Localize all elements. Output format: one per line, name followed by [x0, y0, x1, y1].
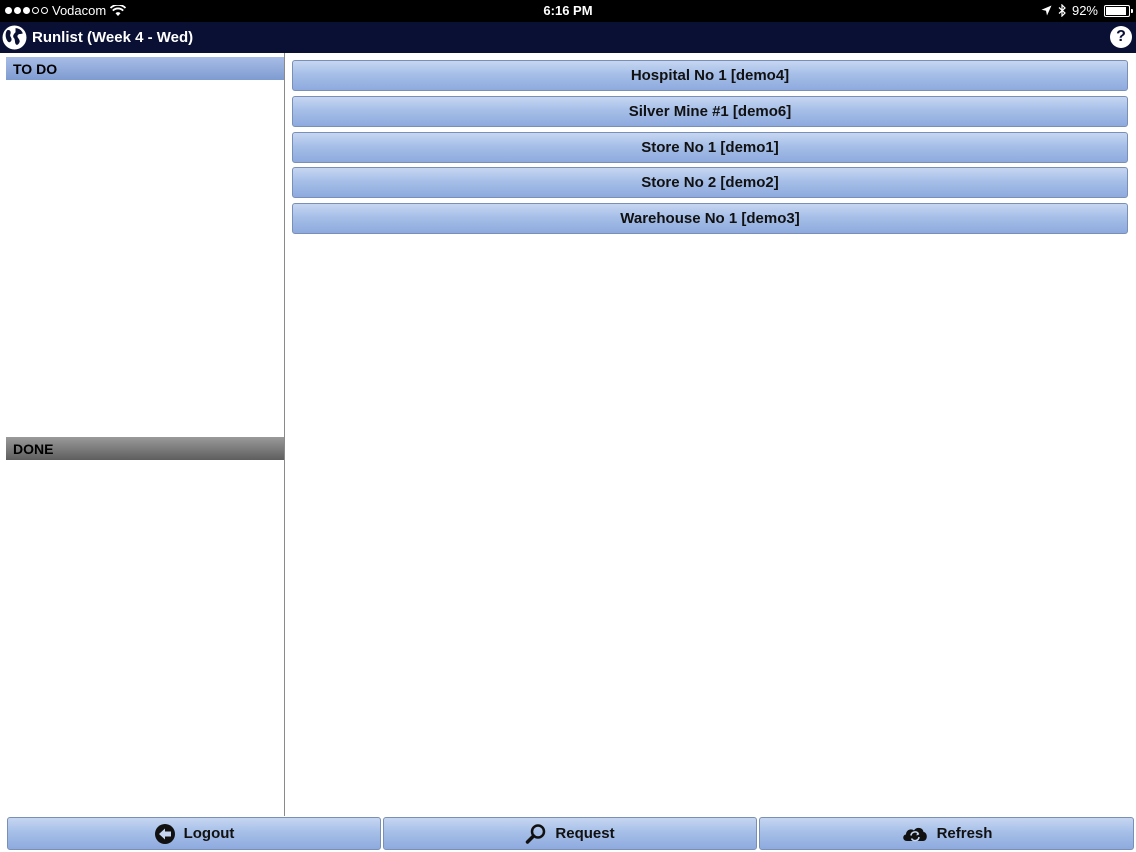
status-right: 92% — [1041, 3, 1133, 18]
signal-dots-icon — [5, 7, 48, 14]
wifi-icon — [110, 4, 127, 16]
battery-icon — [1104, 4, 1133, 17]
status-left: Vodacom — [5, 3, 127, 18]
todo-section-header: TO DO — [6, 57, 284, 80]
back-arrow-icon — [154, 823, 175, 844]
status-bar: Vodacom 6:16 PM 92% — [0, 0, 1136, 22]
search-icon — [526, 823, 546, 844]
page-title: Runlist (Week 4 - Wed) — [32, 29, 194, 46]
site-button-store-no-1[interactable]: Store No 1 [demo1] — [292, 132, 1128, 163]
status-panel: TO DO DONE — [0, 53, 285, 816]
app-header: Runlist (Week 4 - Wed) ? — [0, 22, 1136, 53]
location-arrow-icon — [1041, 5, 1052, 16]
battery-percent: 92% — [1071, 3, 1098, 18]
logout-label: Logout — [183, 825, 235, 842]
help-icon[interactable]: ? — [1110, 26, 1132, 48]
request-button[interactable]: Request — [383, 817, 757, 850]
battery-fill — [1106, 6, 1127, 15]
cloud-refresh-icon — [902, 827, 927, 841]
globe-icon[interactable] — [2, 25, 27, 50]
site-button-silver-mine-1[interactable]: Silver Mine #1 [demo6] — [292, 96, 1128, 127]
status-time: 6:16 PM — [543, 3, 593, 18]
bottom-toolbar: Logout Request Refresh — [0, 816, 1136, 852]
logout-button[interactable]: Logout — [7, 817, 381, 850]
site-button-store-no-2[interactable]: Store No 2 [demo2] — [292, 167, 1128, 198]
site-button-warehouse-no-1[interactable]: Warehouse No 1 [demo3] — [292, 203, 1128, 234]
site-button-hospital-no-1[interactable]: Hospital No 1 [demo4] — [292, 60, 1128, 91]
carrier-name: Vodacom — [52, 3, 107, 18]
refresh-button[interactable]: Refresh — [759, 817, 1134, 850]
site-list: Hospital No 1 [demo4] Silver Mine #1 [de… — [286, 53, 1136, 816]
refresh-label: Refresh — [936, 825, 993, 842]
done-section-header: DONE — [6, 437, 284, 460]
request-label: Request — [555, 825, 615, 842]
bluetooth-icon — [1058, 4, 1066, 17]
